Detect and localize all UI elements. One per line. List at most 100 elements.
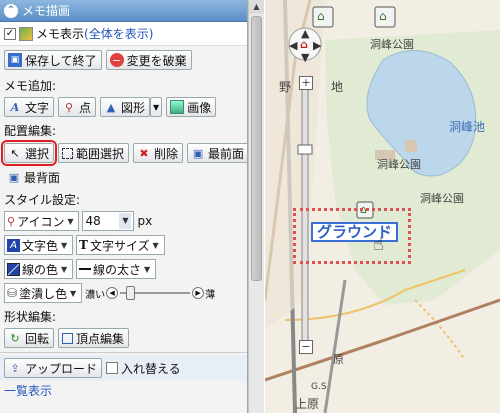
discard-button[interactable]: − 変更を破棄 bbox=[105, 50, 192, 70]
map-label-pond: 洞峰池 bbox=[449, 120, 486, 134]
fill-color-select[interactable]: ⛁ 塗潰し色 ▼ bbox=[4, 283, 83, 303]
upload-icon: ⇪ bbox=[10, 361, 20, 375]
text-icon: A bbox=[10, 100, 20, 114]
discard-icon: − bbox=[109, 53, 124, 67]
add-image-button[interactable]: 画像 bbox=[166, 97, 217, 117]
chevron-down-icon: ▼ bbox=[152, 240, 159, 250]
save-exit-label: 保存して終了 bbox=[25, 53, 97, 68]
opacity-light-label: 薄 bbox=[205, 289, 216, 301]
select-button[interactable]: ↖ 選択 bbox=[0, 140, 58, 166]
chevron-down-icon: ▼ bbox=[70, 288, 77, 298]
zoom-in-icon[interactable]: + bbox=[299, 76, 313, 90]
text-color-label: 文字色 bbox=[22, 238, 59, 253]
cursor-icon: ↖ bbox=[10, 146, 20, 160]
map-label-park-right: 洞峰公園 bbox=[420, 192, 464, 205]
line-width-select[interactable]: 線の太さ ▼ bbox=[76, 259, 157, 279]
icon-style-select[interactable]: ⚲ アイコン ▼ bbox=[4, 211, 80, 231]
text-color-select[interactable]: A 文字色 ▼ bbox=[4, 235, 74, 255]
add-shape-button[interactable]: ▲ 図形 bbox=[100, 97, 151, 117]
range-select-label: 範囲選択 bbox=[76, 146, 125, 161]
map-label-uehara: 上原 bbox=[295, 397, 320, 411]
facility-icon: ⌂ bbox=[379, 9, 387, 23]
map-view[interactable]: ▲ ◀ ⌂ ▶ ▼ + − ⌂ ⌂ ⌂ 洞峰公園 野 地 洞峰池 洞峰公園 洞峰… bbox=[265, 0, 500, 413]
pan-left-icon[interactable]: ◀ bbox=[289, 39, 297, 52]
save-icon: ▣ bbox=[8, 53, 22, 67]
send-back-button[interactable]: ▣ 最背面 bbox=[4, 167, 64, 187]
vertex-edit-button[interactable]: 頂点編集 bbox=[58, 328, 130, 348]
add-image-label: 画像 bbox=[187, 100, 212, 115]
icon-size-value: 48 bbox=[85, 214, 101, 228]
text-size-select[interactable]: T 文字サイズ ▼ bbox=[76, 235, 165, 255]
scroll-up-icon[interactable]: ▲ bbox=[249, 0, 264, 14]
memo-icon bbox=[19, 26, 33, 41]
range-select-icon bbox=[62, 147, 74, 159]
icon-size-input[interactable]: 48 ▼ bbox=[82, 211, 135, 231]
upload-label: アップロード bbox=[25, 361, 98, 376]
panel-scrollbar[interactable]: ▲ bbox=[248, 0, 264, 413]
rotate-label: 回転 bbox=[25, 331, 50, 346]
slider-right-icon[interactable]: ▶ bbox=[192, 287, 205, 299]
chevron-down-icon: ▼ bbox=[153, 102, 160, 112]
memo-display-label: メモ表示 bbox=[36, 27, 85, 41]
add-point-label: 点 bbox=[79, 100, 92, 115]
range-select-button[interactable]: 範囲選択 bbox=[58, 143, 130, 163]
delete-button[interactable]: ✖ 削除 bbox=[133, 143, 184, 163]
list-view-link[interactable]: 一覧表示 bbox=[4, 382, 52, 399]
rotate-icon: ↻ bbox=[10, 331, 20, 345]
memo-panel: ⌃ メモ描画 ✓ メモ表示 (全体を表示) ▣ 保存して終了 − 変更を破棄 メ… bbox=[0, 0, 248, 413]
swap-checkbox[interactable] bbox=[106, 362, 119, 374]
shape-icon: ▲ bbox=[106, 100, 116, 114]
vertex-icon bbox=[62, 332, 74, 344]
opacity-slider[interactable]: ◀ ▶ bbox=[106, 286, 205, 300]
show-all-link[interactable]: (全体を表示) bbox=[84, 25, 153, 42]
pan-right-icon[interactable]: ▶ bbox=[313, 39, 321, 52]
icon-style-label: アイコン bbox=[17, 214, 65, 229]
add-point-button[interactable]: ⚲ 点 bbox=[58, 97, 97, 117]
upload-button[interactable]: ⇪ アップロード bbox=[4, 358, 103, 378]
hand-cursor-icon: ☝ bbox=[373, 234, 384, 255]
zoom-out-icon[interactable]: − bbox=[299, 340, 313, 354]
discard-label: 変更を破棄 bbox=[126, 53, 187, 68]
fill-color-label: 塗潰し色 bbox=[19, 286, 68, 301]
chevron-down-icon: ▼ bbox=[60, 264, 68, 274]
ground-memo-label[interactable]: グラウンド bbox=[311, 222, 399, 242]
map-label-danchi: 地 bbox=[331, 80, 344, 94]
slider-thumb[interactable] bbox=[126, 286, 136, 300]
map-label-noda: 野 bbox=[279, 80, 292, 94]
rotate-button[interactable]: ↻ 回転 bbox=[4, 328, 55, 348]
delete-icon: ✖ bbox=[139, 146, 149, 160]
pin-icon: ⚲ bbox=[64, 100, 74, 114]
map-label-gs: G.S bbox=[311, 382, 327, 392]
shape-dropdown-button[interactable]: ▼ bbox=[150, 97, 163, 117]
line-color-select[interactable]: 線の色 ▼ bbox=[4, 259, 74, 279]
line-width-icon bbox=[79, 268, 92, 270]
map-label-park-mid: 洞峰公園 bbox=[377, 158, 421, 171]
memo-add-heading: メモ追加: bbox=[4, 79, 57, 93]
opacity-dark-label: 濃い bbox=[85, 289, 106, 301]
memo-display-checkbox[interactable]: ✓ bbox=[4, 27, 16, 40]
pan-down-icon[interactable]: ▼ bbox=[301, 51, 309, 64]
collapse-icon[interactable]: ⌃ bbox=[4, 3, 18, 18]
scrollbar-thumb[interactable] bbox=[251, 16, 262, 281]
arrange-heading: 配置編集: bbox=[4, 124, 57, 138]
send-back-label: 最背面 bbox=[24, 170, 61, 185]
line-color-icon bbox=[7, 262, 20, 276]
text-size-icon: T bbox=[79, 238, 88, 252]
save-exit-button[interactable]: ▣ 保存して終了 bbox=[4, 50, 102, 70]
select-label: 選択 bbox=[25, 146, 50, 161]
map-label-park-top: 洞峰公園 bbox=[370, 38, 414, 51]
add-text-button[interactable]: A 文字 bbox=[4, 97, 55, 117]
slider-left-icon[interactable]: ◀ bbox=[106, 287, 119, 299]
facility-icon: ⌂ bbox=[317, 9, 325, 23]
add-text-label: 文字 bbox=[25, 100, 50, 115]
line-color-label: 線の色 bbox=[22, 262, 59, 277]
line-width-label: 線の太さ bbox=[93, 262, 142, 277]
home-icon[interactable]: ⌂ bbox=[300, 38, 308, 51]
shape-edit-heading: 形状編集: bbox=[4, 310, 57, 324]
chevron-down-icon: ▼ bbox=[60, 240, 68, 250]
style-heading: スタイル設定: bbox=[4, 193, 81, 207]
add-shape-label: 図形 bbox=[121, 100, 146, 115]
bring-front-button[interactable]: ▣ 最前面 bbox=[187, 143, 247, 163]
map-label-nihara: 原 bbox=[333, 353, 344, 366]
panel-titlebar[interactable]: ⌃ メモ描画 bbox=[0, 0, 247, 22]
